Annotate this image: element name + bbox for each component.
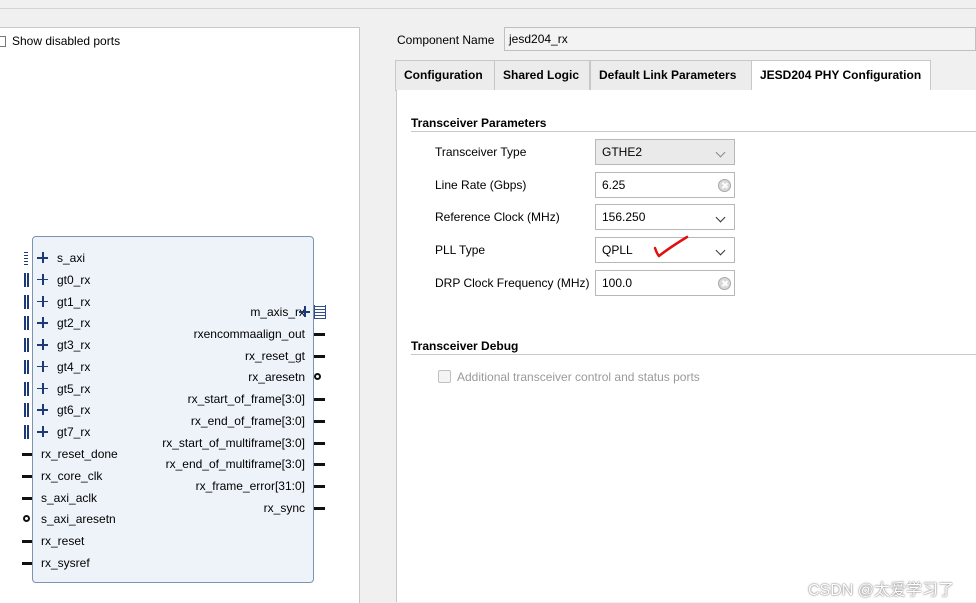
port-pin xyxy=(314,398,325,401)
bus-interface-icon xyxy=(314,305,326,319)
clear-icon[interactable] xyxy=(718,179,731,192)
transceiver-type-select[interactable]: GTHE2 xyxy=(595,139,735,165)
reference-clock-select[interactable]: 156.250 xyxy=(595,204,735,230)
chevron-down-icon xyxy=(715,245,726,256)
chevron-down-icon xyxy=(715,147,726,158)
port-label[interactable]: rx_start_of_frame[3:0] xyxy=(188,392,305,406)
tab-bar: Configuration Shared Logic Default Link … xyxy=(395,60,976,91)
bus-interface-icon xyxy=(24,359,29,374)
port-label[interactable]: rxencommaalign_out xyxy=(194,327,305,341)
port-label[interactable]: m_axis_rx xyxy=(250,305,305,319)
port-pin xyxy=(314,441,325,445)
port-pin xyxy=(314,419,325,423)
expand-plus-icon[interactable] xyxy=(37,273,48,285)
transceiver-parameters-title: Transceiver Parameters xyxy=(411,116,547,130)
chevron-down-icon xyxy=(715,212,726,223)
port-label[interactable]: s_axi_aclk xyxy=(41,491,97,505)
expand-plus-icon[interactable] xyxy=(37,252,48,263)
port-pin xyxy=(314,354,325,358)
red-checkmark-annotation xyxy=(653,235,689,258)
port-label[interactable]: gt5_rx xyxy=(57,382,90,396)
debug-ports-label: Additional transceiver control and statu… xyxy=(457,370,700,384)
port-label[interactable]: rx_reset xyxy=(41,534,84,548)
port-pin xyxy=(22,496,32,500)
bus-interface-icon xyxy=(24,425,29,439)
expand-plus-icon[interactable] xyxy=(37,317,48,329)
transceiver-type-value: GTHE2 xyxy=(602,145,643,159)
bus-interface-icon xyxy=(24,381,29,396)
expand-plus-icon[interactable] xyxy=(37,382,48,394)
port-pin xyxy=(314,463,325,467)
port-pin xyxy=(314,332,325,336)
port-label[interactable]: rx_frame_error[31:0] xyxy=(196,479,305,493)
port-label[interactable]: gt7_rx xyxy=(57,425,90,439)
port-label[interactable]: rx_aresetn xyxy=(248,370,305,384)
expand-plus-icon[interactable] xyxy=(37,360,48,372)
tab-configuration[interactable]: Configuration xyxy=(395,60,495,90)
pll-type-value: QPLL xyxy=(602,243,633,257)
port-label[interactable]: rx_sync xyxy=(264,501,305,515)
reference-clock-value: 156.250 xyxy=(602,210,646,224)
line-rate-input[interactable]: 6.25 xyxy=(595,172,735,198)
port-label[interactable]: rx_reset_done xyxy=(41,447,118,461)
expand-plus-icon[interactable] xyxy=(37,404,48,416)
reference-clock-label: Reference Clock (MHz) xyxy=(435,210,560,224)
port-label[interactable]: gt0_rx xyxy=(57,273,90,287)
bus-interface-icon xyxy=(24,338,29,352)
port-label[interactable]: s_axi_aresetn xyxy=(41,512,116,526)
port-pin xyxy=(314,485,325,488)
bus-interface-icon xyxy=(24,272,29,287)
tab-shared-logic[interactable]: Shared Logic xyxy=(494,60,590,90)
port-label[interactable]: rx_end_of_multiframe[3:0] xyxy=(166,457,305,471)
port-label[interactable]: rx_core_clk xyxy=(41,469,102,483)
port-pin xyxy=(22,561,32,565)
port-label[interactable]: rx_sysref xyxy=(41,556,90,570)
section-divider xyxy=(411,354,976,355)
port-pin xyxy=(22,453,32,456)
drp-clock-label: DRP Clock Frequency (MHz) xyxy=(435,276,590,290)
drp-clock-input[interactable]: 100.0 xyxy=(595,270,735,296)
component-name-input[interactable]: jesd204_rx xyxy=(504,27,976,51)
expand-plus-icon[interactable] xyxy=(37,295,48,307)
bus-interface-icon xyxy=(24,251,28,265)
section-divider xyxy=(411,131,976,132)
port-label[interactable]: gt3_rx xyxy=(57,338,90,352)
bus-interface-icon xyxy=(24,294,29,309)
line-rate-value: 6.25 xyxy=(602,178,626,192)
show-disabled-ports-checkbox[interactable] xyxy=(0,35,6,47)
bus-interface-icon xyxy=(24,316,29,331)
clear-icon[interactable] xyxy=(718,277,731,290)
port-label[interactable]: s_axi xyxy=(57,251,85,265)
port-label[interactable]: gt1_rx xyxy=(57,295,90,309)
show-disabled-ports-label: Show disabled ports xyxy=(12,34,121,48)
port-label[interactable]: gt4_rx xyxy=(57,360,90,374)
port-label[interactable]: gt6_rx xyxy=(57,403,90,417)
expand-plus-icon[interactable] xyxy=(37,339,48,350)
tab-default-link-parameters[interactable]: Default Link Parameters xyxy=(590,60,752,90)
debug-ports-checkbox[interactable] xyxy=(438,370,451,383)
show-disabled-ports-row[interactable]: Show disabled ports xyxy=(0,33,120,49)
port-pin xyxy=(314,506,325,510)
tab-jesd204-phy-configuration[interactable]: JESD204 PHY Configuration xyxy=(751,60,931,91)
bus-interface-icon xyxy=(24,403,29,418)
expand-plus-icon[interactable] xyxy=(299,306,310,317)
port-label[interactable]: gt2_rx xyxy=(57,316,90,330)
pll-type-label: PLL Type xyxy=(435,243,486,257)
watermark: CSDN @太爱学习了 xyxy=(808,582,955,599)
transceiver-type-label: Transceiver Type xyxy=(435,145,527,159)
transceiver-debug-title: Transceiver Debug xyxy=(411,339,519,353)
top-toolbar-strip xyxy=(0,0,976,9)
component-name-label: Component Name xyxy=(397,33,495,47)
expand-plus-icon[interactable] xyxy=(37,426,48,437)
port-label[interactable]: rx_reset_gt xyxy=(245,349,305,363)
port-pin xyxy=(22,540,32,543)
drp-clock-value: 100.0 xyxy=(602,276,633,290)
line-rate-label: Line Rate (Gbps) xyxy=(435,178,527,192)
port-pin xyxy=(22,474,32,478)
port-label[interactable]: rx_start_of_multiframe[3:0] xyxy=(162,436,305,450)
port-label[interactable]: rx_end_of_frame[3:0] xyxy=(191,414,305,428)
